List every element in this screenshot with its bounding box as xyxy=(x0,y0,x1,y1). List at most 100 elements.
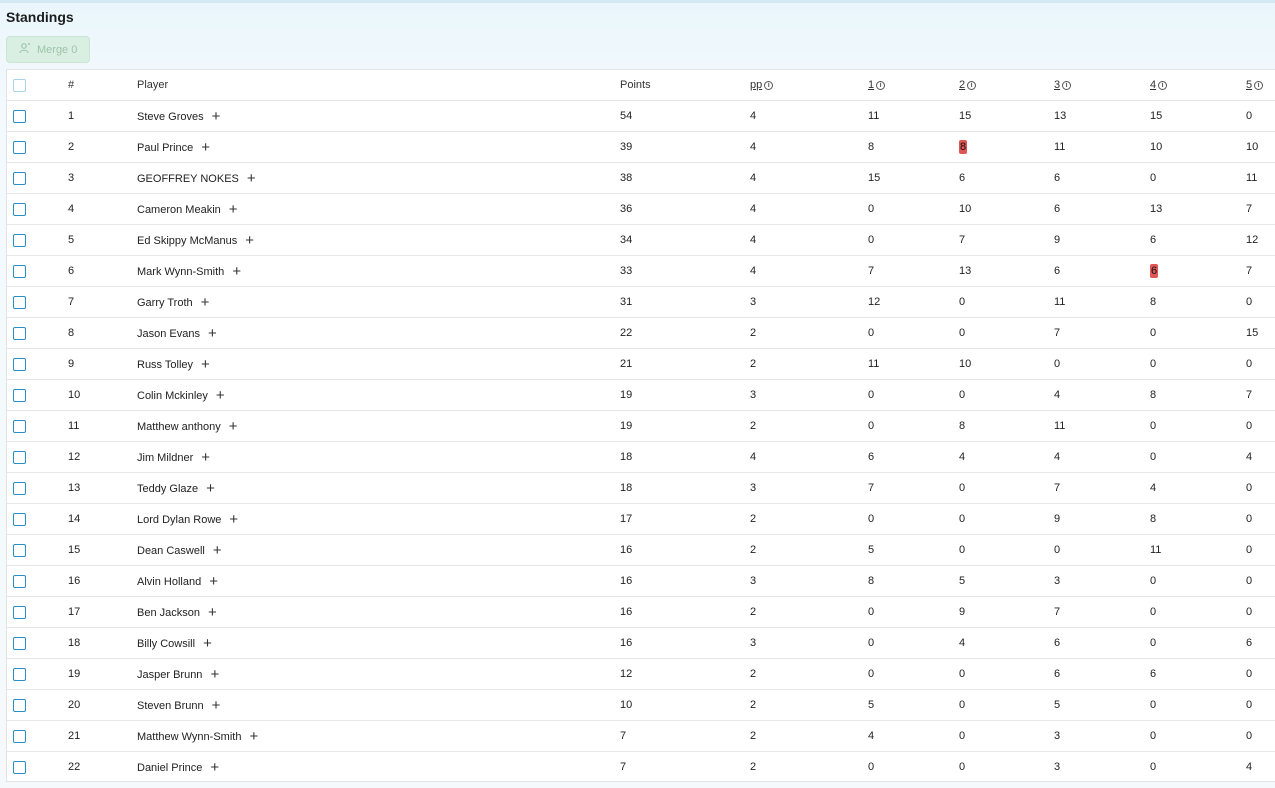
plus-icon[interactable]: + xyxy=(210,659,219,690)
plus-icon[interactable]: + xyxy=(212,101,221,132)
cell-pp: 4 xyxy=(750,442,756,473)
col-player-header[interactable]: Player xyxy=(137,70,168,101)
plus-icon[interactable]: + xyxy=(229,411,238,442)
row-checkbox[interactable] xyxy=(13,234,26,247)
cell-player-value: Colin Mckinley xyxy=(137,390,208,402)
col-round2-header[interactable]: 2i xyxy=(959,70,977,101)
plus-icon[interactable]: + xyxy=(209,566,218,597)
row-checkbox[interactable] xyxy=(13,575,26,588)
row-checkbox[interactable] xyxy=(13,265,26,278)
table-row: 15 Dean Caswell +16 2 5 0 0 11 0 xyxy=(7,535,1275,566)
row-checkbox[interactable] xyxy=(13,389,26,402)
row-checkbox[interactable] xyxy=(13,606,26,619)
row-checkbox[interactable] xyxy=(13,699,26,712)
plus-icon[interactable]: + xyxy=(232,256,241,287)
cell-pp-value: 3 xyxy=(750,637,757,649)
cell-round1: 0 xyxy=(868,752,874,781)
plus-icon[interactable]: + xyxy=(213,535,222,566)
plus-icon[interactable]: + xyxy=(229,504,238,535)
row-checkbox[interactable] xyxy=(13,761,26,774)
row-checkbox[interactable] xyxy=(13,141,26,154)
plus-icon[interactable]: + xyxy=(201,442,210,473)
merge-button[interactable]: Merge 0 xyxy=(6,36,90,63)
cell-round5-value: 0 xyxy=(1246,575,1253,587)
cell-player: Teddy Glaze + xyxy=(137,473,215,504)
cell-player-value: Russ Tolley xyxy=(137,359,194,371)
cell-round4: 0 xyxy=(1150,349,1156,380)
cell-round3-value: 9 xyxy=(1054,234,1061,246)
cell-round2-value: 0 xyxy=(959,699,966,711)
cell-points-value: 17 xyxy=(620,513,633,525)
cell-round1: 0 xyxy=(868,659,874,690)
plus-icon[interactable]: + xyxy=(208,318,217,349)
cell-round3: 3 xyxy=(1054,721,1060,752)
plus-icon[interactable]: + xyxy=(249,721,258,752)
cell-pp-value: 2 xyxy=(750,668,757,680)
plus-icon[interactable]: + xyxy=(201,349,210,380)
cell-pp-value: 3 xyxy=(750,296,757,308)
cell-round5: 12 xyxy=(1246,225,1258,256)
row-checkbox[interactable] xyxy=(13,358,26,371)
row-checkbox[interactable] xyxy=(13,730,26,743)
row-checkbox[interactable] xyxy=(13,637,26,650)
col-round1-header[interactable]: 1i xyxy=(868,70,886,101)
row-checkbox[interactable] xyxy=(13,172,26,185)
plus-icon[interactable]: + xyxy=(206,473,215,504)
plus-icon[interactable]: + xyxy=(210,752,219,781)
plus-icon[interactable]: + xyxy=(245,225,254,256)
cell-round2: 10 xyxy=(959,194,971,225)
plus-icon[interactable]: + xyxy=(201,287,210,318)
standings-table: # Player Points pp i 1i 2i 3i 4i 5i 1 Stev… xyxy=(6,69,1275,782)
cell-rank-value: 1 xyxy=(68,110,75,122)
cell-points: 39 xyxy=(620,132,632,163)
plus-icon[interactable]: + xyxy=(229,194,238,225)
cell-round2: 0 xyxy=(959,380,965,411)
cell-round2-value: 10 xyxy=(959,203,972,215)
row-checkbox[interactable] xyxy=(13,296,26,309)
col-points-header[interactable]: Points xyxy=(620,70,651,101)
cell-player-value: Matthew Wynn-Smith xyxy=(137,731,242,743)
table-row: 4 Cameron Meakin +36 4 0 10 6 13 7 xyxy=(7,194,1275,225)
col-round3-header[interactable]: 3i xyxy=(1054,70,1072,101)
row-checkbox[interactable] xyxy=(13,110,26,123)
plus-icon[interactable]: + xyxy=(247,163,256,194)
cell-round3: 6 xyxy=(1054,163,1060,194)
col-pp-header[interactable]: pp i xyxy=(750,70,774,101)
row-checkbox[interactable] xyxy=(13,203,26,216)
table-row: 20 Steven Brunn +10 2 5 0 5 0 0 xyxy=(7,690,1275,721)
row-checkbox[interactable] xyxy=(13,544,26,557)
plus-icon[interactable]: + xyxy=(208,597,217,628)
plus-icon[interactable]: + xyxy=(201,132,210,163)
row-checkbox[interactable] xyxy=(13,420,26,433)
cell-round1: 8 xyxy=(868,132,874,163)
cell-round1-value: 0 xyxy=(868,420,875,432)
cell-round2-value: 0 xyxy=(959,389,966,401)
cell-round5: 15 xyxy=(1246,318,1258,349)
row-checkbox[interactable] xyxy=(13,513,26,526)
cell-player: Jasper Brunn + xyxy=(137,659,219,690)
row-checkbox[interactable] xyxy=(13,327,26,340)
plus-icon[interactable]: + xyxy=(216,380,225,411)
plus-icon[interactable]: + xyxy=(203,628,212,659)
cell-round4: 0 xyxy=(1150,597,1156,628)
cell-pp: 2 xyxy=(750,597,756,628)
cell-round2: 8 xyxy=(959,411,965,442)
cell-rank: 20 xyxy=(68,690,80,721)
cell-player: Daniel Prince + xyxy=(137,752,219,781)
col-round3-label: 3 xyxy=(1054,79,1061,91)
col-round4-header[interactable]: 4i xyxy=(1150,70,1168,101)
plus-icon[interactable]: + xyxy=(212,690,221,721)
top-border xyxy=(0,0,1275,3)
row-checkbox[interactable] xyxy=(13,668,26,681)
cell-round4: 0 xyxy=(1150,318,1156,349)
cell-round1-value: 0 xyxy=(868,234,875,246)
cell-round4: 6 xyxy=(1150,659,1156,690)
cell-round5: 0 xyxy=(1246,659,1252,690)
row-checkbox[interactable] xyxy=(13,451,26,464)
select-all-checkbox[interactable] xyxy=(13,79,26,92)
cell-round2-value: 7 xyxy=(959,234,966,246)
cell-round2: 10 xyxy=(959,349,971,380)
row-checkbox[interactable] xyxy=(13,482,26,495)
cell-pp: 3 xyxy=(750,473,756,504)
col-round5-header[interactable]: 5i xyxy=(1246,70,1264,101)
